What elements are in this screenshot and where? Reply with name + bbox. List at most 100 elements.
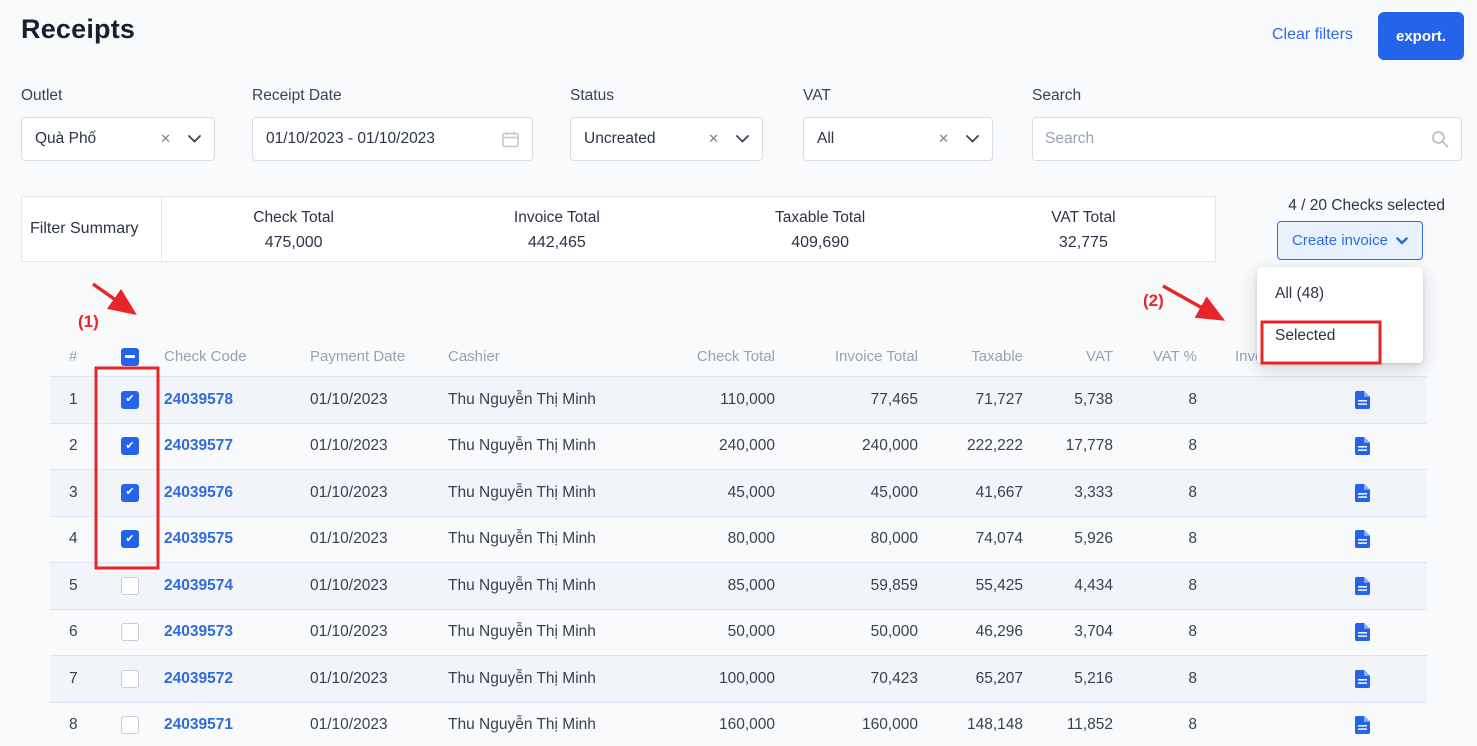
- check-total-cell: 100,000: [675, 670, 780, 688]
- calendar-icon[interactable]: [502, 131, 519, 148]
- vat-cell: 11,852: [1028, 716, 1118, 734]
- vat-label: VAT: [803, 87, 831, 105]
- select-all-checkbox[interactable]: [121, 348, 139, 366]
- status-clear-icon[interactable]: ✕: [708, 131, 719, 147]
- row-checkbox-cell: [100, 577, 160, 595]
- vat-percent-cell: 8: [1118, 623, 1202, 641]
- header-check-total: Check Total: [675, 348, 780, 365]
- vat-cell: 17,778: [1028, 437, 1118, 455]
- check-total-cell: 50,000: [675, 623, 780, 641]
- chevron-down-icon: [736, 135, 749, 143]
- filter-summary: Filter Summary Check Total 475,000 Invoi…: [21, 196, 1216, 262]
- table-row: 52403957401/10/2023Thu Nguyễn Thị Minh85…: [50, 563, 1427, 610]
- row-checkbox[interactable]: [121, 437, 139, 455]
- check-code-link[interactable]: 24039576: [160, 484, 306, 502]
- row-checkbox-cell: [100, 437, 160, 455]
- vat-percent-cell: 8: [1118, 437, 1202, 455]
- payment-date-cell: 01/10/2023: [306, 716, 440, 734]
- payment-date-cell: 01/10/2023: [306, 437, 440, 455]
- check-code-link[interactable]: 24039574: [160, 577, 306, 595]
- invoice-total-cell: 45,000: [780, 484, 923, 502]
- payment-date-cell: 01/10/2023: [306, 530, 440, 548]
- row-index: 3: [50, 484, 100, 502]
- check-code-link[interactable]: 24039577: [160, 437, 306, 455]
- row-checkbox[interactable]: [121, 623, 139, 641]
- cashier-cell: Thu Nguyễn Thị Minh: [440, 484, 675, 502]
- vat-cell: 3,704: [1028, 623, 1118, 641]
- row-checkbox[interactable]: [121, 670, 139, 688]
- outlet-select[interactable]: Quà Phố ✕: [21, 117, 215, 161]
- check-total-cell: 110,000: [675, 391, 780, 409]
- check-code-link[interactable]: 24039578: [160, 391, 306, 409]
- check-total-cell: 45,000: [675, 484, 780, 502]
- row-index: 4: [50, 530, 100, 548]
- menu-item-selected[interactable]: Selected: [1257, 315, 1423, 357]
- invoice-icon-cell: [1202, 577, 1427, 595]
- cashier-cell: Thu Nguyễn Thị Minh: [440, 437, 675, 455]
- invoice-icon-cell: [1202, 437, 1427, 455]
- vat-percent-cell: 8: [1118, 716, 1202, 734]
- status-value: Uncreated: [584, 130, 700, 148]
- invoice-document-icon[interactable]: [1355, 530, 1370, 548]
- table-row: 62403957301/10/2023Thu Nguyễn Thị Minh50…: [50, 610, 1427, 657]
- search-label: Search: [1032, 87, 1081, 105]
- filter-summary-title: Filter Summary: [22, 197, 161, 261]
- taxable-cell: 55,425: [923, 577, 1028, 595]
- receipts-table: # Check Code Payment Date Cashier Check …: [50, 337, 1427, 746]
- receipt-date-label: Receipt Date: [252, 87, 342, 105]
- vat-select[interactable]: All ✕: [803, 117, 993, 161]
- invoice-document-icon[interactable]: [1355, 623, 1370, 641]
- row-checkbox[interactable]: [121, 530, 139, 548]
- summary-taxable-total: Taxable Total 409,690: [689, 197, 952, 261]
- check-code-link[interactable]: 24039571: [160, 716, 306, 734]
- cashier-cell: Thu Nguyễn Thị Minh: [440, 623, 675, 641]
- row-checkbox-cell: [100, 670, 160, 688]
- invoice-document-icon[interactable]: [1355, 577, 1370, 595]
- checks-selected-status: 4 / 20 Checks selected: [1288, 197, 1445, 215]
- check-code-link[interactable]: 24039575: [160, 530, 306, 548]
- outlet-clear-icon[interactable]: ✕: [160, 131, 171, 147]
- create-invoice-button[interactable]: Create invoice: [1277, 221, 1423, 260]
- vat-cell: 5,738: [1028, 391, 1118, 409]
- row-checkbox[interactable]: [121, 484, 139, 502]
- row-checkbox-cell: [100, 716, 160, 734]
- vat-clear-icon[interactable]: ✕: [938, 131, 949, 147]
- export-button[interactable]: export.: [1378, 12, 1464, 60]
- invoice-icon-cell: [1202, 670, 1427, 688]
- annotation-arrow-1: [93, 284, 134, 313]
- vat-percent-cell: 8: [1118, 391, 1202, 409]
- invoice-total-cell: 77,465: [780, 391, 923, 409]
- table-row: 72403957201/10/2023Thu Nguyễn Thị Minh10…: [50, 656, 1427, 703]
- taxable-cell: 65,207: [923, 670, 1028, 688]
- invoice-document-icon[interactable]: [1355, 716, 1370, 734]
- invoice-document-icon[interactable]: [1355, 391, 1370, 409]
- invoice-document-icon[interactable]: [1355, 670, 1370, 688]
- vat-cell: 5,216: [1028, 670, 1118, 688]
- row-index: 1: [50, 391, 100, 409]
- row-checkbox[interactable]: [121, 391, 139, 409]
- check-total-cell: 85,000: [675, 577, 780, 595]
- receipt-date-value: 01/10/2023 - 01/10/2023: [266, 130, 502, 148]
- status-select[interactable]: Uncreated ✕: [570, 117, 763, 161]
- check-code-link[interactable]: 24039572: [160, 670, 306, 688]
- receipt-date-picker[interactable]: 01/10/2023 - 01/10/2023: [252, 117, 533, 161]
- search-input[interactable]: [1045, 130, 1431, 148]
- menu-item-all[interactable]: All (48): [1257, 273, 1423, 315]
- status-label: Status: [570, 87, 614, 105]
- invoice-icon-cell: [1202, 391, 1427, 409]
- create-invoice-menu: All (48) Selected: [1257, 267, 1423, 363]
- invoice-document-icon[interactable]: [1355, 484, 1370, 502]
- vat-percent-cell: 8: [1118, 577, 1202, 595]
- clear-filters-link[interactable]: Clear filters: [1272, 26, 1353, 44]
- header-payment-date: Payment Date: [306, 348, 440, 365]
- row-checkbox[interactable]: [121, 577, 139, 595]
- row-checkbox[interactable]: [121, 716, 139, 734]
- row-checkbox-cell: [100, 391, 160, 409]
- invoice-document-icon[interactable]: [1355, 437, 1370, 455]
- check-code-link[interactable]: 24039573: [160, 623, 306, 641]
- row-index: 8: [50, 716, 100, 734]
- annotation-arrow-2: [1163, 286, 1222, 319]
- header-invoice-total: Invoice Total: [780, 348, 923, 365]
- invoice-total-cell: 160,000: [780, 716, 923, 734]
- header-checkbox-cell: [100, 348, 160, 366]
